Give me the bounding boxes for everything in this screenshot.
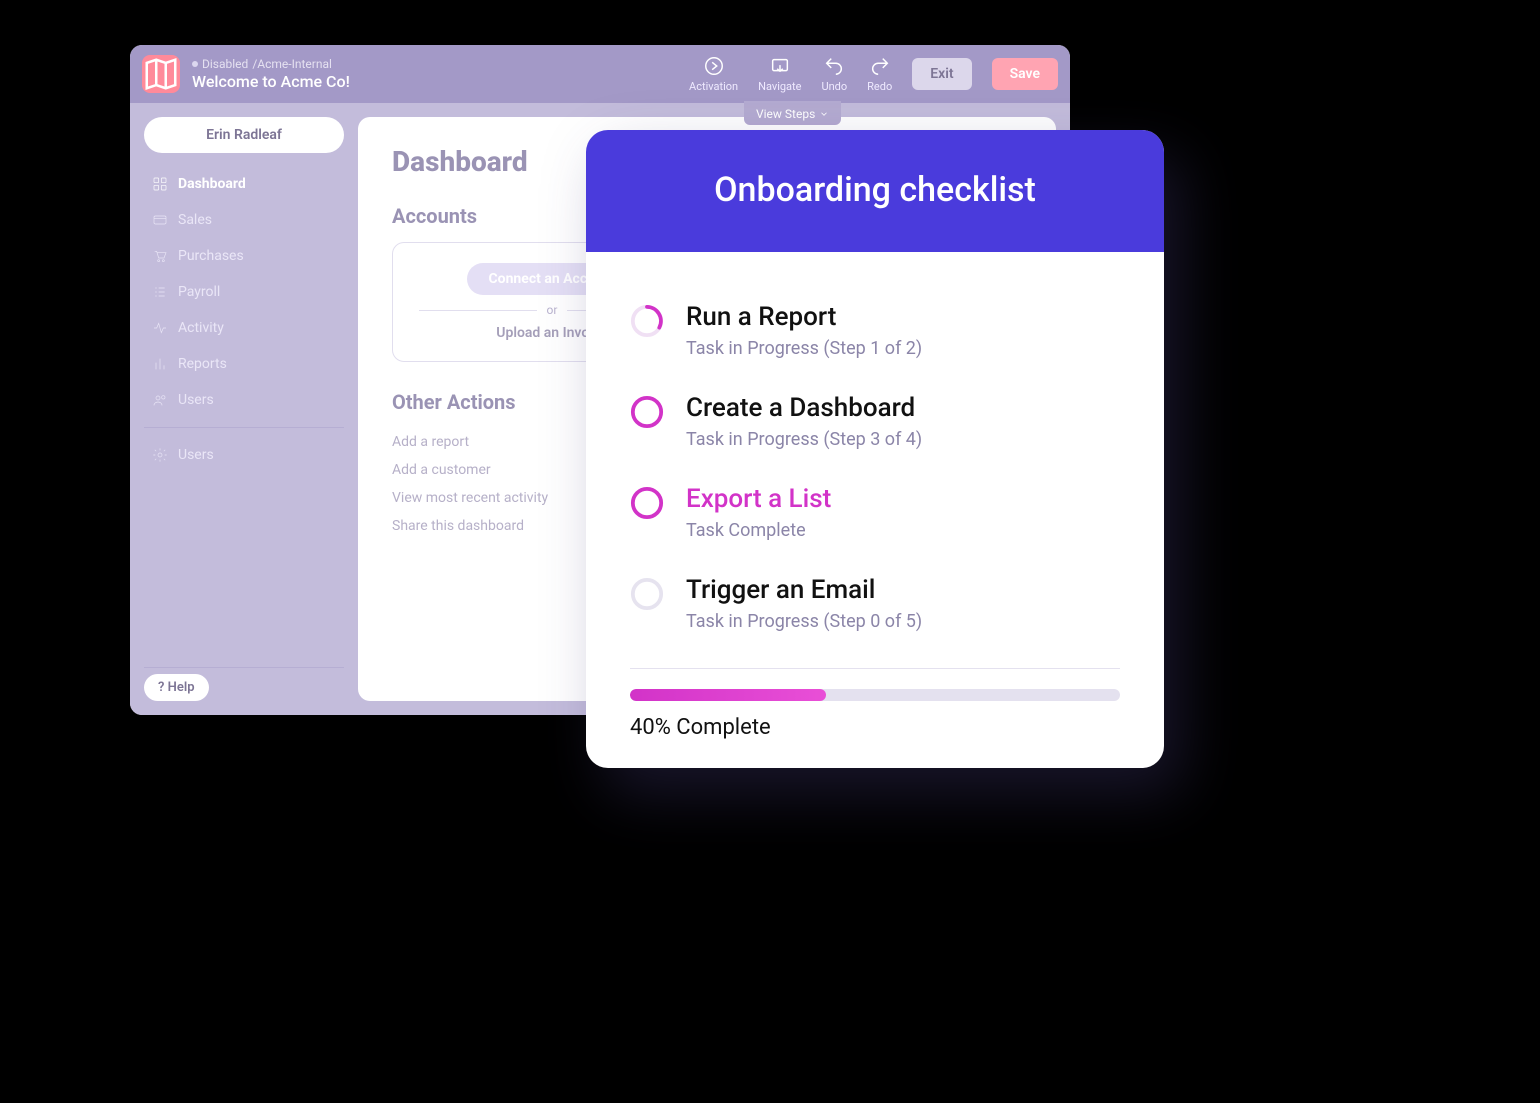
task-subtitle: Task in Progress (Step 0 of 5): [686, 611, 922, 632]
exit-button[interactable]: Exit: [912, 58, 971, 90]
onboarding-checklist: Onboarding checklist Run a Report Task in…: [586, 130, 1164, 768]
sidebar-item-settings[interactable]: Users: [144, 440, 344, 470]
sidebar-item-label: Sales: [178, 212, 212, 228]
redo-button[interactable]: Redo: [867, 55, 892, 93]
sidebar-item-label: Reports: [178, 356, 227, 372]
title-meta: Disabled /Acme-Internal Welcome to Acme …: [192, 57, 350, 91]
users-icon: [152, 392, 168, 408]
sidebar-item-label: Users: [178, 447, 214, 463]
task-subtitle: Task Complete: [686, 520, 831, 541]
checklist-task[interactable]: Run a Report Task in Progress (Step 1 of …: [630, 288, 1120, 379]
cart-icon: [152, 248, 168, 264]
checklist-divider: [630, 668, 1120, 669]
checklist-title: Onboarding checklist: [586, 130, 1164, 252]
toolbar-actions: Activation Navigate Undo Redo Exit Save: [689, 55, 1058, 93]
sidebar-item-activity[interactable]: Activity: [144, 313, 344, 343]
save-button[interactable]: Save: [992, 58, 1058, 90]
sidebar-item-purchases[interactable]: Purchases: [144, 241, 344, 271]
sidebar-divider: [144, 427, 344, 428]
status-dot-icon: [192, 61, 198, 67]
undo-button[interactable]: Undo: [821, 55, 847, 93]
task-subtitle: Task in Progress (Step 3 of 4): [686, 429, 922, 450]
navigate-icon: [769, 55, 791, 77]
task-title: Export a List: [686, 484, 831, 514]
checklist-task[interactable]: Export a List Task Complete: [630, 470, 1120, 561]
map-icon: [142, 55, 180, 93]
view-steps-label: View Steps: [756, 107, 815, 121]
sidebar: Erin Radleaf Dashboard Sales Purchases P…: [144, 117, 344, 701]
redo-icon: [869, 55, 891, 77]
sidebar-item-dashboard[interactable]: Dashboard: [144, 169, 344, 199]
task-subtitle: Task in Progress (Step 1 of 2): [686, 338, 922, 359]
help-button[interactable]: ? Help: [144, 674, 209, 701]
progress-ring-icon: [630, 577, 664, 611]
card-icon: [152, 212, 168, 228]
progress-ring-icon: [630, 395, 664, 429]
checklist-task[interactable]: Trigger an Email Task in Progress (Step 0…: [630, 561, 1120, 652]
undo-icon: [823, 55, 845, 77]
checklist-task[interactable]: Create a Dashboard Task in Progress (Step…: [630, 379, 1120, 470]
bar-chart-icon: [152, 356, 168, 372]
progress-fill: [630, 689, 826, 701]
or-label: or: [547, 303, 558, 317]
sidebar-item-payroll[interactable]: Payroll: [144, 277, 344, 307]
user-pill[interactable]: Erin Radleaf: [144, 117, 344, 153]
status-row: Disabled /Acme-Internal: [192, 57, 350, 71]
view-steps-tab[interactable]: View Steps: [744, 101, 841, 125]
sidebar-item-sales[interactable]: Sales: [144, 205, 344, 235]
activity-icon: [152, 320, 168, 336]
navigate-label: Navigate: [758, 80, 801, 93]
sidebar-item-label: Users: [178, 392, 214, 408]
sidebar-item-label: Dashboard: [178, 176, 246, 192]
sidebar-item-reports[interactable]: Reports: [144, 349, 344, 379]
sidebar-item-users[interactable]: Users: [144, 385, 344, 415]
task-title: Trigger an Email: [686, 575, 922, 605]
activation-label: Activation: [689, 80, 738, 93]
progress-ring-icon: [630, 486, 664, 520]
gear-icon: [152, 447, 168, 463]
builder-titlebar: Disabled /Acme-Internal Welcome to Acme …: [130, 45, 1070, 103]
app-logo: [142, 55, 180, 93]
redo-label: Redo: [867, 80, 892, 93]
progress-bar: [630, 689, 1120, 701]
navigate-button[interactable]: Navigate: [758, 55, 801, 93]
arrow-circle-icon: [703, 55, 725, 77]
progress-label: 40% Complete: [630, 715, 1120, 740]
checklist-body: Run a Report Task in Progress (Step 1 of …: [586, 252, 1164, 768]
chevron-down-icon: [819, 109, 829, 119]
progress-ring-icon: [630, 304, 664, 338]
dashboard-icon: [152, 176, 168, 192]
list-icon: [152, 284, 168, 300]
sidebar-item-label: Purchases: [178, 248, 244, 264]
undo-label: Undo: [821, 80, 847, 93]
sidebar-divider: [144, 667, 344, 668]
sidebar-item-label: Payroll: [178, 284, 220, 300]
status-label: Disabled: [202, 57, 248, 71]
sidebar-item-label: Activity: [178, 320, 224, 336]
activation-button[interactable]: Activation: [689, 55, 738, 93]
task-title: Create a Dashboard: [686, 393, 922, 423]
task-title: Run a Report: [686, 302, 922, 332]
builder-title: Welcome to Acme Co!: [192, 72, 350, 91]
workspace-path: /Acme-Internal: [252, 57, 332, 71]
